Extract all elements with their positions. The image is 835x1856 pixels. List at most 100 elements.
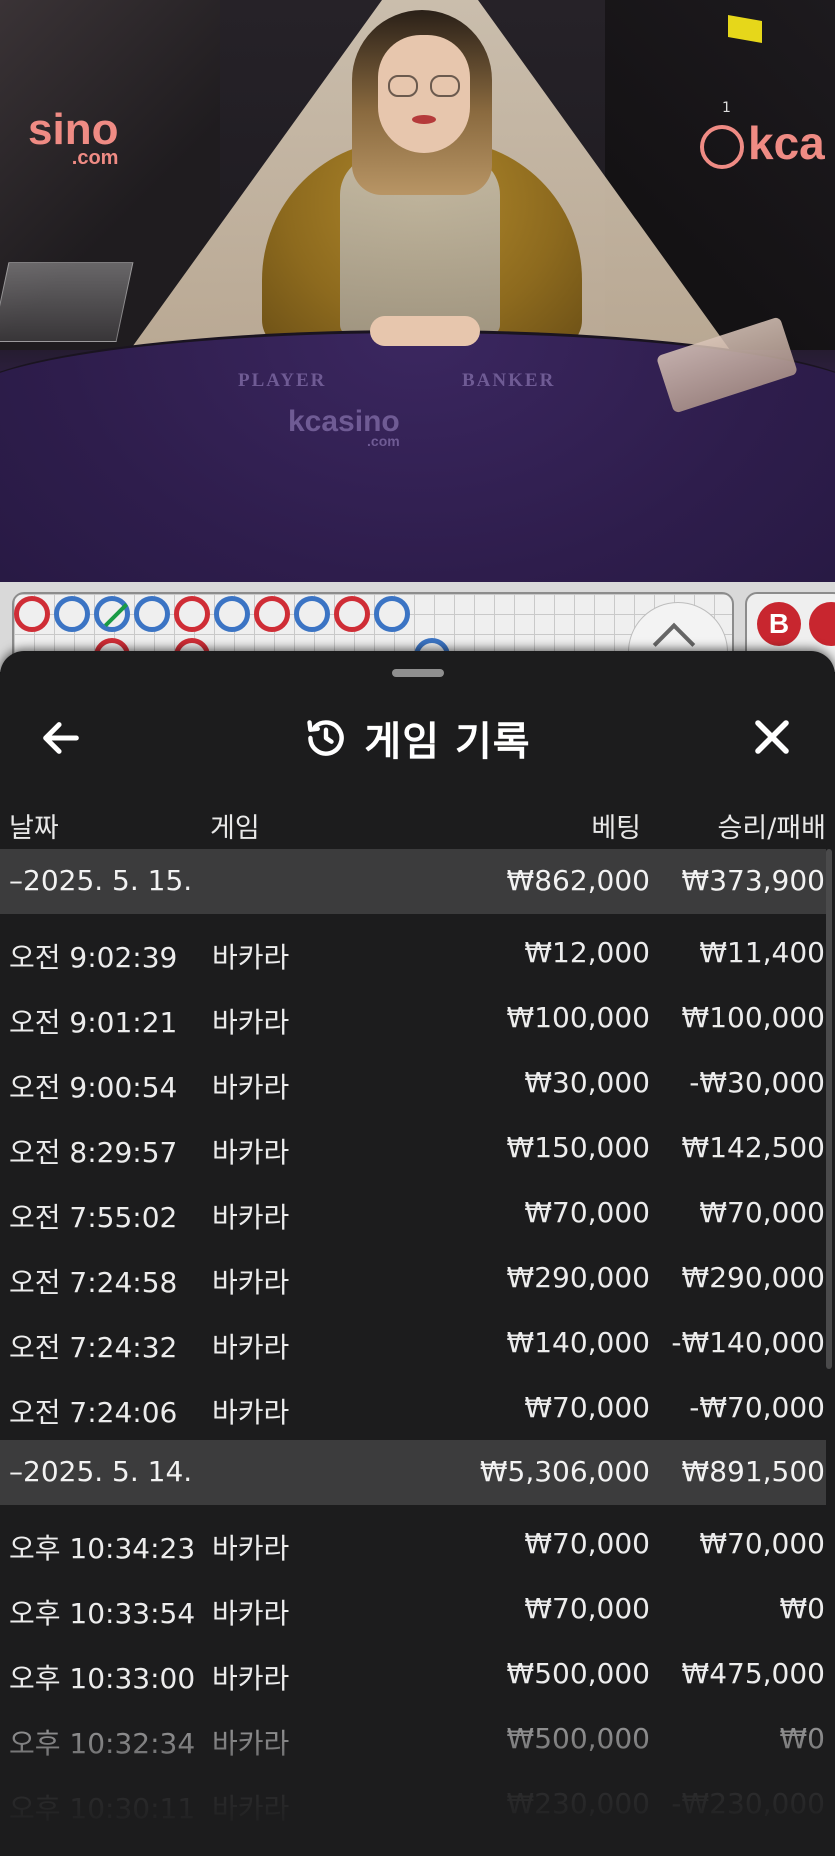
dealer-glasses xyxy=(388,75,463,97)
close-icon[interactable] xyxy=(748,713,796,761)
table-label-player: PLAYER xyxy=(238,370,327,391)
history-row[interactable]: 오후 10:33:54 바카라 ₩70,000 ₩0 xyxy=(0,1576,826,1641)
banker-badge[interactable]: B xyxy=(757,602,801,646)
column-header-date: 날짜 xyxy=(9,813,59,844)
row-bet: ₩70,000 xyxy=(524,1527,650,1560)
row-time: 오전 7:24:58 xyxy=(9,1266,178,1299)
row-bet: ₩500,000 xyxy=(506,1657,650,1690)
row-bet: ₩500,000 xyxy=(506,1722,650,1755)
row-game: 바카라 xyxy=(212,1662,290,1695)
column-header-game: 게임 xyxy=(210,813,260,844)
row-time: 오후 10:30:11 xyxy=(9,1792,196,1825)
row-game: 바카라 xyxy=(212,1136,290,1169)
dealer-hands xyxy=(370,316,480,346)
game-history-sheet: 게임 기록 날짜 게임 베팅 승리/패배 –2025. 5. 15. ₩862,… xyxy=(0,651,835,1856)
column-header-result: 승리/패배 xyxy=(717,813,826,844)
tie-marker xyxy=(103,602,129,628)
row-bet: ₩150,000 xyxy=(506,1131,650,1164)
row-time: 오전 7:24:06 xyxy=(9,1396,178,1429)
row-game: 바카라 xyxy=(212,1727,290,1760)
banker-marker xyxy=(14,596,50,632)
row-result: -₩230,000 xyxy=(671,1787,825,1820)
history-row[interactable]: 오전 7:24:06 바카라 ₩70,000 -₩70,000 xyxy=(0,1375,826,1440)
player-marker xyxy=(94,596,130,632)
row-bet: ₩70,000 xyxy=(524,1196,650,1229)
table-label-banker: BANKER xyxy=(462,370,556,391)
history-row[interactable]: 오전 9:00:54 바카라 ₩30,000 -₩30,000 xyxy=(0,1050,826,1115)
banker-badge-2[interactable] xyxy=(809,602,835,646)
history-row[interactable]: 오전 7:24:58 바카라 ₩290,000 ₩290,000 xyxy=(0,1245,826,1310)
bead-road-row xyxy=(14,596,410,632)
row-time: 오전 7:55:02 xyxy=(9,1201,178,1234)
row-time: 오전 7:24:32 xyxy=(9,1331,178,1364)
row-result: ₩70,000 xyxy=(699,1196,825,1229)
history-row[interactable]: 오후 10:32:34 바카라 ₩500,000 ₩0 xyxy=(0,1706,826,1771)
row-bet: ₩290,000 xyxy=(506,1261,650,1294)
group-date: –2025. 5. 14. xyxy=(9,1455,193,1488)
row-result: ₩100,000 xyxy=(681,1001,825,1034)
row-time: 오후 10:33:00 xyxy=(9,1662,196,1695)
history-row[interactable]: 오전 7:24:32 바카라 ₩140,000 -₩140,000 xyxy=(0,1310,826,1375)
sheet-title: 게임 기록 xyxy=(364,719,531,765)
brand-logo-right: kca xyxy=(700,120,825,169)
row-result: ₩11,400 xyxy=(699,936,825,969)
row-result: -₩140,000 xyxy=(671,1326,825,1359)
row-result: ₩290,000 xyxy=(681,1261,825,1294)
row-result: ₩0 xyxy=(779,1592,826,1625)
group-bet-total: ₩862,000 xyxy=(506,864,650,897)
history-icon xyxy=(307,720,345,756)
chip-number: 1 xyxy=(722,100,731,116)
back-arrow-icon[interactable] xyxy=(38,715,84,761)
row-bet: ₩230,000 xyxy=(506,1787,650,1820)
sheet-drag-handle[interactable] xyxy=(392,669,444,677)
row-bet: ₩30,000 xyxy=(524,1066,650,1099)
date-group-header[interactable]: –2025. 5. 14. ₩5,306,000 ₩891,500 xyxy=(0,1440,826,1505)
row-bet: ₩70,000 xyxy=(524,1592,650,1625)
player-marker xyxy=(54,596,90,632)
group-result-total: ₩373,900 xyxy=(681,864,825,897)
dealer-lips xyxy=(412,115,436,124)
row-time: 오전 9:01:21 xyxy=(9,1006,178,1039)
history-row[interactable]: 오전 9:01:21 바카라 ₩100,000 ₩100,000 xyxy=(0,985,826,1050)
history-row[interactable]: 오전 9:02:39 바카라 ₩12,000 ₩11,400 xyxy=(0,920,826,985)
history-row[interactable]: 오후 10:30:11 바카라 ₩230,000 -₩230,000 xyxy=(0,1771,826,1836)
row-result: -₩30,000 xyxy=(689,1066,825,1099)
row-game: 바카라 xyxy=(212,1597,290,1630)
row-game: 바카라 xyxy=(212,1201,290,1234)
player-marker xyxy=(214,596,250,632)
row-result: ₩142,500 xyxy=(681,1131,825,1164)
row-time: 오전 9:00:54 xyxy=(9,1071,178,1104)
chip-logo-icon xyxy=(700,124,744,169)
row-time: 오후 10:34:23 xyxy=(9,1532,196,1565)
column-headers: 날짜 게임 베팅 승리/패배 xyxy=(0,796,835,852)
row-game: 바카라 xyxy=(212,1006,290,1039)
history-row[interactable]: 오후 10:33:00 바카라 ₩500,000 ₩475,000 xyxy=(0,1641,826,1706)
row-time: 오전 8:29:57 xyxy=(9,1136,178,1169)
row-game: 바카라 xyxy=(212,941,290,974)
row-game: 바카라 xyxy=(212,1331,290,1364)
row-bet: ₩100,000 xyxy=(506,1001,650,1034)
player-marker xyxy=(294,596,330,632)
brand-logo-left: sino .com xyxy=(28,105,119,169)
row-game: 바카라 xyxy=(212,1266,290,1299)
date-group-header[interactable]: –2025. 5. 15. ₩862,000 ₩373,900 xyxy=(0,849,826,914)
history-row[interactable]: 오전 7:55:02 바카라 ₩70,000 ₩70,000 xyxy=(0,1180,826,1245)
column-header-bet: 베팅 xyxy=(591,813,641,844)
history-row[interactable]: 오전 8:29:57 바카라 ₩150,000 ₩142,500 xyxy=(0,1115,826,1180)
group-date: –2025. 5. 15. xyxy=(9,864,193,897)
history-row[interactable]: 오후 10:34:23 바카라 ₩70,000 ₩70,000 xyxy=(0,1511,826,1576)
group-bet-total: ₩5,306,000 xyxy=(479,1455,650,1488)
row-result: ₩475,000 xyxy=(681,1657,825,1690)
group-result-total: ₩891,500 xyxy=(681,1455,825,1488)
title-group: 게임 기록 xyxy=(0,691,835,795)
row-result: -₩70,000 xyxy=(689,1391,825,1424)
row-time: 오전 9:02:39 xyxy=(9,941,178,974)
row-game: 바카라 xyxy=(212,1071,290,1104)
row-result: ₩70,000 xyxy=(699,1527,825,1560)
scrollbar[interactable] xyxy=(826,849,832,1369)
banker-marker xyxy=(174,596,210,632)
history-list[interactable]: –2025. 5. 15. ₩862,000 ₩373,900 오전 9:02:… xyxy=(0,849,826,1836)
banker-marker xyxy=(254,596,290,632)
row-game: 바카라 xyxy=(212,1396,290,1429)
sheet-header: 게임 기록 xyxy=(0,691,835,795)
